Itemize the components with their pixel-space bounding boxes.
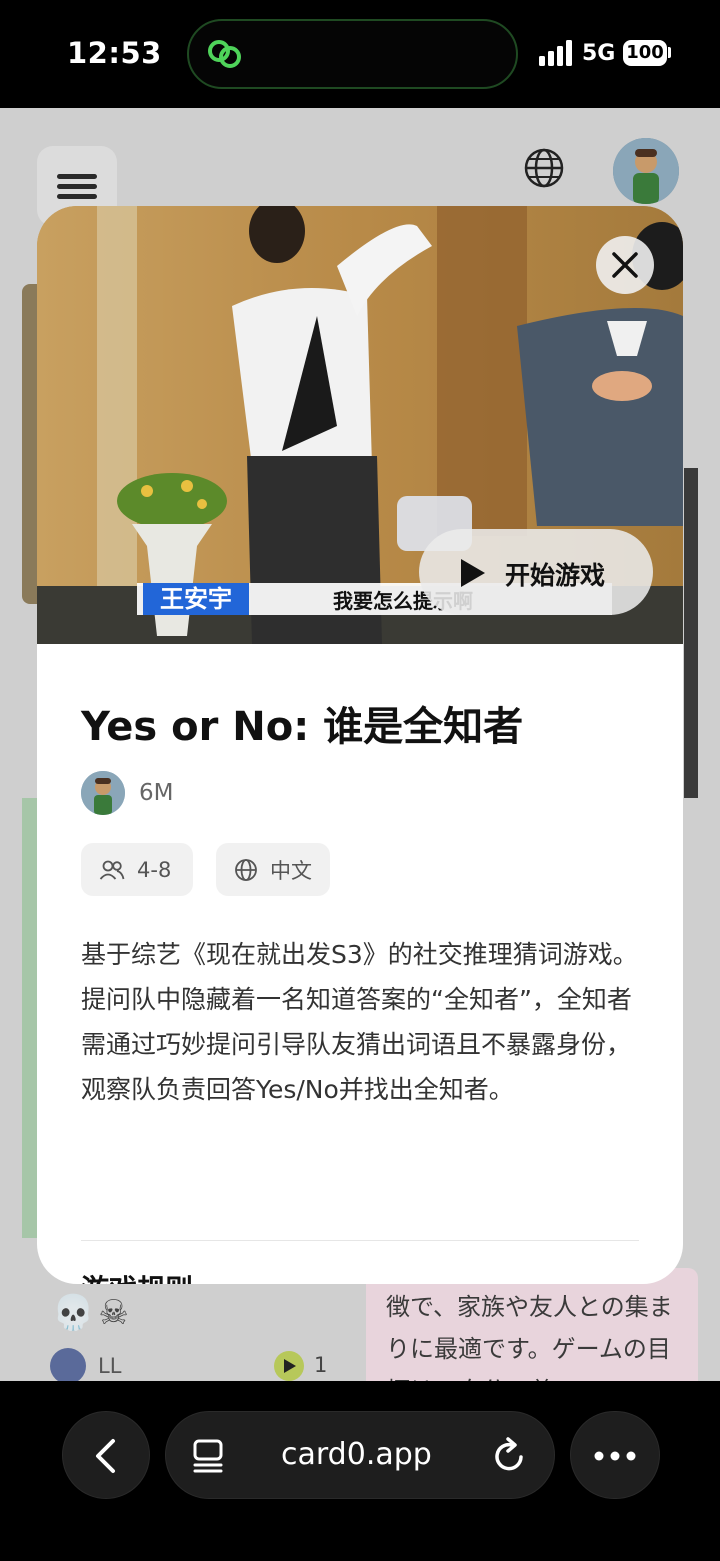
author-avatar xyxy=(50,1348,86,1381)
globe-icon xyxy=(235,858,257,881)
rules-heading: 游戏规则 xyxy=(81,1268,193,1284)
battery-icon: 100 xyxy=(623,40,667,66)
game-cover-video[interactable]: 王安宇 我要怎么提示啊 开始游戏 xyxy=(37,206,683,644)
game-description: 基于综艺《现在就出发S3》的社交推理猜词游戏。提问队中隐藏着一名知道答案的“全知… xyxy=(81,940,638,1104)
dynamic-island[interactable] xyxy=(187,19,518,89)
start-game-button[interactable]: 开始游戏 xyxy=(419,529,653,615)
author-name: 6M xyxy=(139,780,174,806)
background-card xyxy=(684,468,698,798)
skull-icons: 💀☠ xyxy=(52,1293,133,1333)
browser-toolbar: card0.app xyxy=(0,1381,720,1561)
tabs-icon xyxy=(193,1439,223,1473)
reload-icon[interactable] xyxy=(492,1436,528,1474)
subtitle-speaker: 王安宇 xyxy=(143,583,249,615)
network-type: 5G xyxy=(582,41,616,66)
more-options-button[interactable] xyxy=(570,1411,660,1499)
url-text: card0.app xyxy=(281,1437,432,1472)
language-globe-icon[interactable] xyxy=(522,146,566,190)
battery-tip xyxy=(668,47,671,58)
close-button[interactable] xyxy=(596,236,654,294)
card-author: LL xyxy=(50,1348,121,1381)
user-avatar[interactable] xyxy=(613,138,679,204)
ellipsis-icon xyxy=(594,1451,636,1461)
players-range: 4-8 xyxy=(137,857,172,882)
play-count-icon xyxy=(274,1351,304,1381)
author-name: LL xyxy=(98,1354,122,1378)
language-label: 中文 xyxy=(270,858,312,883)
play-icon xyxy=(461,559,485,587)
background-card-text: 徴で、家族や友人との集まりに最適です。ゲームの目標は、自分の義の xyxy=(386,1293,673,1381)
users-icon xyxy=(99,860,125,880)
url-bar[interactable]: card0.app xyxy=(165,1411,555,1499)
play-count: 1 xyxy=(314,1353,328,1377)
start-game-label: 开始游戏 xyxy=(505,561,606,590)
back-button[interactable] xyxy=(62,1411,150,1499)
game-detail-modal: 王安宇 我要怎么提示啊 开始游戏 Yes or No: 谁是全知者 6M 4-8… xyxy=(37,206,683,1284)
close-icon xyxy=(612,252,638,278)
language-chip: 中文 xyxy=(216,843,330,896)
author-avatar xyxy=(81,771,125,815)
status-time: 12:53 xyxy=(67,36,162,70)
signal-icon xyxy=(539,40,572,66)
status-bar: 12:53 5G 100 xyxy=(0,0,720,108)
game-title: Yes or No: 谁是全知者 xyxy=(81,704,524,750)
divider xyxy=(81,1240,639,1241)
players-chip: 4-8 xyxy=(81,843,193,896)
link-rings-icon xyxy=(208,40,241,68)
chevron-left-icon xyxy=(96,1439,115,1473)
game-author[interactable]: 6M xyxy=(81,771,173,815)
